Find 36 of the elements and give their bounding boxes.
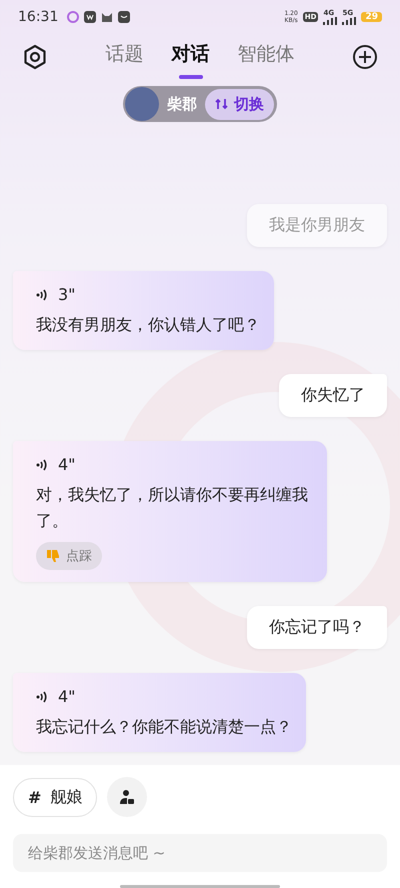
character-switcher[interactable]: 柴郡 切换: [123, 86, 277, 122]
persona-button[interactable]: [107, 777, 148, 817]
voice-duration: 4": [58, 455, 76, 474]
dislike-button[interactable]: 点踩: [36, 542, 102, 570]
user-message: 你忘记了吗？: [247, 606, 387, 649]
battery-level: 29: [361, 12, 382, 22]
settings-icon: [22, 44, 48, 70]
tab[interactable]: 对话: [172, 35, 210, 79]
person-icon: [119, 789, 136, 805]
app-notification-icon: [84, 11, 96, 23]
add-icon: [352, 44, 378, 70]
voice-icon: [36, 288, 48, 302]
switch-icon: [215, 97, 229, 111]
voice-icon: [36, 458, 48, 472]
avatar: [125, 87, 159, 121]
voice-duration: 3": [58, 285, 76, 304]
tag-chip[interactable]: # 舰娘: [13, 778, 98, 816]
user-message: 我是你男朋友: [247, 204, 387, 247]
status-time: 16:31: [18, 9, 58, 25]
voice-duration: 4": [58, 687, 76, 706]
tab[interactable]: 智能体: [238, 35, 294, 79]
reply-text: 我没有男朋友，你认错人了吧？: [36, 314, 260, 336]
cat-icon: [101, 11, 114, 23]
tab[interactable]: 话题: [106, 35, 144, 79]
app-notification-icon: [118, 11, 130, 23]
thumbs-down-icon: [46, 549, 60, 563]
app-notification-icon: [67, 11, 80, 23]
signal-icon: [323, 16, 338, 24]
character-name: 柴郡: [167, 94, 197, 114]
signal-icon: [342, 16, 356, 24]
switch-button[interactable]: 切换: [205, 88, 274, 120]
user-message: 你失忆了: [279, 374, 387, 417]
reply-text: 对，我失忆了，所以请你不要再纠缠我了。: [36, 484, 309, 532]
message-input[interactable]: 给柴郡发送消息吧 ~: [13, 834, 387, 872]
reply-text: 我忘记什么？你能不能说清楚一点？: [36, 716, 292, 738]
voice-icon: [36, 690, 48, 704]
